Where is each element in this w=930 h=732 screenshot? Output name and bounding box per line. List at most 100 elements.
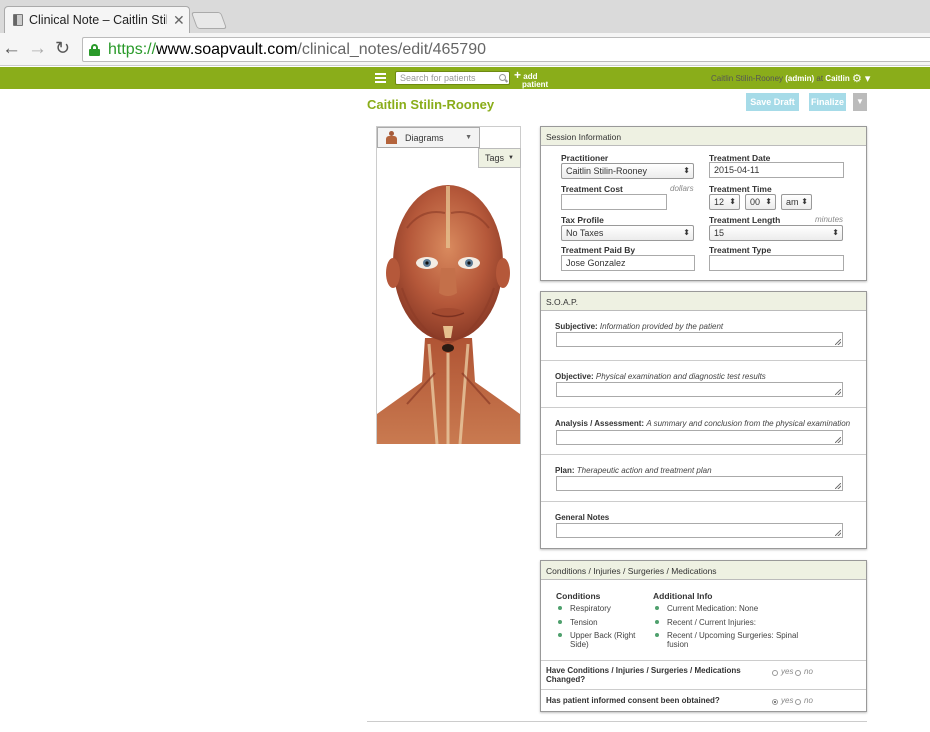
close-icon[interactable]: ✕ <box>173 12 185 29</box>
no-label: no <box>804 696 813 705</box>
soap-subjective-row: Subjective: Information provided by the … <box>541 312 866 361</box>
treatment-type-input[interactable] <box>709 255 844 271</box>
address-bar[interactable]: https://www.soapvault.com/clinical_notes… <box>82 37 930 62</box>
tags-button[interactable]: Tags ▼ <box>478 148 521 168</box>
plan-hint: Therapeutic action and treatment plan <box>576 466 712 475</box>
list-item-continued: Side) <box>570 640 589 649</box>
plan-label: Plan: <box>555 466 575 475</box>
yes-label: yes <box>781 696 794 705</box>
search-icon <box>499 74 506 81</box>
treatment-time-label: Treatment Time <box>709 184 772 194</box>
forward-arrow-icon[interactable]: → <box>28 38 47 60</box>
subjective-textarea[interactable] <box>556 332 843 347</box>
page-title: Caitlin Stilin-Rooney <box>367 97 495 112</box>
list-item-continued: fusion <box>667 640 689 649</box>
treatment-length-select[interactable]: 15 <box>709 225 843 241</box>
treatment-cost-input[interactable] <box>561 194 667 210</box>
reload-icon[interactable]: ↻ <box>55 38 70 59</box>
paid-by-label: Treatment Paid By <box>561 245 636 255</box>
conditions-card: Conditions / Injuries / Surgeries / Medi… <box>540 560 867 712</box>
conditions-changed-yes-radio[interactable] <box>772 670 778 676</box>
new-tab-button[interactable] <box>190 12 228 29</box>
browser-tab[interactable]: Clinical Note – Caitlin Stilin ✕ <box>4 6 190 33</box>
list-item: Recent / Current Injuries: <box>653 618 756 627</box>
finalize-button[interactable]: Finalize <box>809 93 846 111</box>
diagram-panel: Diagrams ▼ Tags ▼ <box>376 126 521 444</box>
browser-tabbar: Clinical Note – Caitlin Stilin ✕ <box>0 0 930 33</box>
list-item: Tension <box>556 618 598 627</box>
search-placeholder: Search for patients <box>400 73 476 83</box>
save-draft-button[interactable]: Save Draft <box>746 93 799 111</box>
soap-objective-row: Objective: Physical examination and diag… <box>541 361 866 408</box>
more-actions-button[interactable]: ▼ <box>853 93 867 111</box>
consent-no-radio[interactable] <box>795 699 801 705</box>
objective-textarea[interactable] <box>556 382 843 397</box>
length-unit: minutes <box>815 215 844 224</box>
tab-title: Clinical Note – Caitlin Stilin <box>29 13 167 27</box>
user-info[interactable]: Caitlin Stilin-Rooney (admin) at Caitlin <box>711 74 850 83</box>
treatment-type-label: Treatment Type <box>709 245 772 255</box>
app-header: Search for patients + add patient Caitlin… <box>0 67 930 89</box>
subjective-hint: Information provided by the patient <box>599 322 724 331</box>
practitioner-select[interactable]: Caitlin Stilin-Rooney <box>561 163 694 179</box>
objective-label: Objective: <box>555 372 594 381</box>
menu-icon[interactable] <box>375 73 386 83</box>
conditions-changed-row: Have Conditions / Injuries / Surgeries /… <box>541 660 866 689</box>
assessment-textarea[interactable] <box>556 430 843 445</box>
lock-icon <box>89 43 100 56</box>
soap-header: S.O.A.P. <box>541 292 866 311</box>
patient-search-input[interactable]: Search for patients <box>395 71 510 85</box>
treatment-cost-label: Treatment Cost <box>561 184 623 194</box>
consent-yes-radio[interactable] <box>772 699 778 705</box>
url-text: https://www.soapvault.com/clinical_notes… <box>108 40 486 58</box>
soap-card: S.O.A.P. Subjective: Information provide… <box>540 291 867 549</box>
anatomy-diagram[interactable] <box>377 168 520 444</box>
soap-plan-row: Plan: Therapeutic action and treatment p… <box>541 455 866 502</box>
conditions-changed-no-radio[interactable] <box>795 670 801 676</box>
soap-assessment-row: Analysis / Assessment: A summary and con… <box>541 408 866 455</box>
back-arrow-icon[interactable]: ← <box>2 38 21 60</box>
session-info-card: Session Information Practitioner Caitlin… <box>540 126 867 281</box>
conditions-column-title: Conditions <box>556 591 601 601</box>
no-label: no <box>804 667 813 676</box>
browser-toolbar: ← → ↻ https://www.soapvault.com/clinical… <box>0 33 930 66</box>
chevron-down-icon: ▼ <box>856 97 864 106</box>
assessment-label: Analysis / Assessment: <box>555 419 645 428</box>
session-info-header: Session Information <box>541 127 866 146</box>
objective-hint: Physical examination and diagnostic test… <box>595 372 766 381</box>
time-ampm-select[interactable]: am <box>781 194 812 210</box>
page-favicon-icon <box>13 14 23 26</box>
yes-label: yes <box>781 667 794 676</box>
cost-unit: dollars <box>670 184 694 193</box>
chevron-down-icon: ▼ <box>508 155 514 161</box>
treatment-length-label: Treatment Length <box>709 215 781 225</box>
gear-icon[interactable]: ⚙ ▾ <box>852 72 870 85</box>
paid-by-input[interactable]: Jose Gonzalez <box>561 255 695 271</box>
plan-textarea[interactable] <box>556 476 843 491</box>
soap-general-notes-row: General Notes <box>541 502 866 548</box>
tax-profile-select[interactable]: No Taxes <box>561 225 694 241</box>
list-item: Recent / Upcoming Surgeries: Spinal <box>653 631 798 640</box>
conditions-header: Conditions / Injuries / Surgeries / Medi… <box>541 561 866 580</box>
consent-row: Has patient informed consent been obtain… <box>541 689 866 711</box>
body-icon <box>385 131 398 144</box>
subjective-label: Subjective: <box>555 322 598 331</box>
treatment-date-input[interactable]: 2015-04-11 <box>709 162 844 178</box>
general-notes-textarea[interactable] <box>556 523 843 538</box>
list-item: Current Medication: None <box>653 604 758 613</box>
time-minute-select[interactable]: 00 <box>745 194 776 210</box>
list-item: Respiratory <box>556 604 611 613</box>
consent-question: Has patient informed consent been obtain… <box>546 696 720 705</box>
time-hour-select[interactable]: 12 <box>709 194 740 210</box>
tax-profile-label: Tax Profile <box>561 215 604 225</box>
practitioner-label: Practitioner <box>561 153 609 163</box>
anatomy-head-image[interactable] <box>377 168 520 444</box>
general-notes-label: General Notes <box>555 513 610 522</box>
list-item: Upper Back (Right <box>556 631 635 640</box>
additional-info-column-title: Additional Info <box>653 591 713 601</box>
conditions-changed-question: Have Conditions / Injuries / Surgeries /… <box>546 666 741 684</box>
add-patient-button[interactable]: + add patient <box>514 69 548 89</box>
divider <box>367 721 867 722</box>
diagrams-select[interactable]: Diagrams ▼ <box>377 127 480 148</box>
chevron-down-icon: ▼ <box>465 134 472 141</box>
